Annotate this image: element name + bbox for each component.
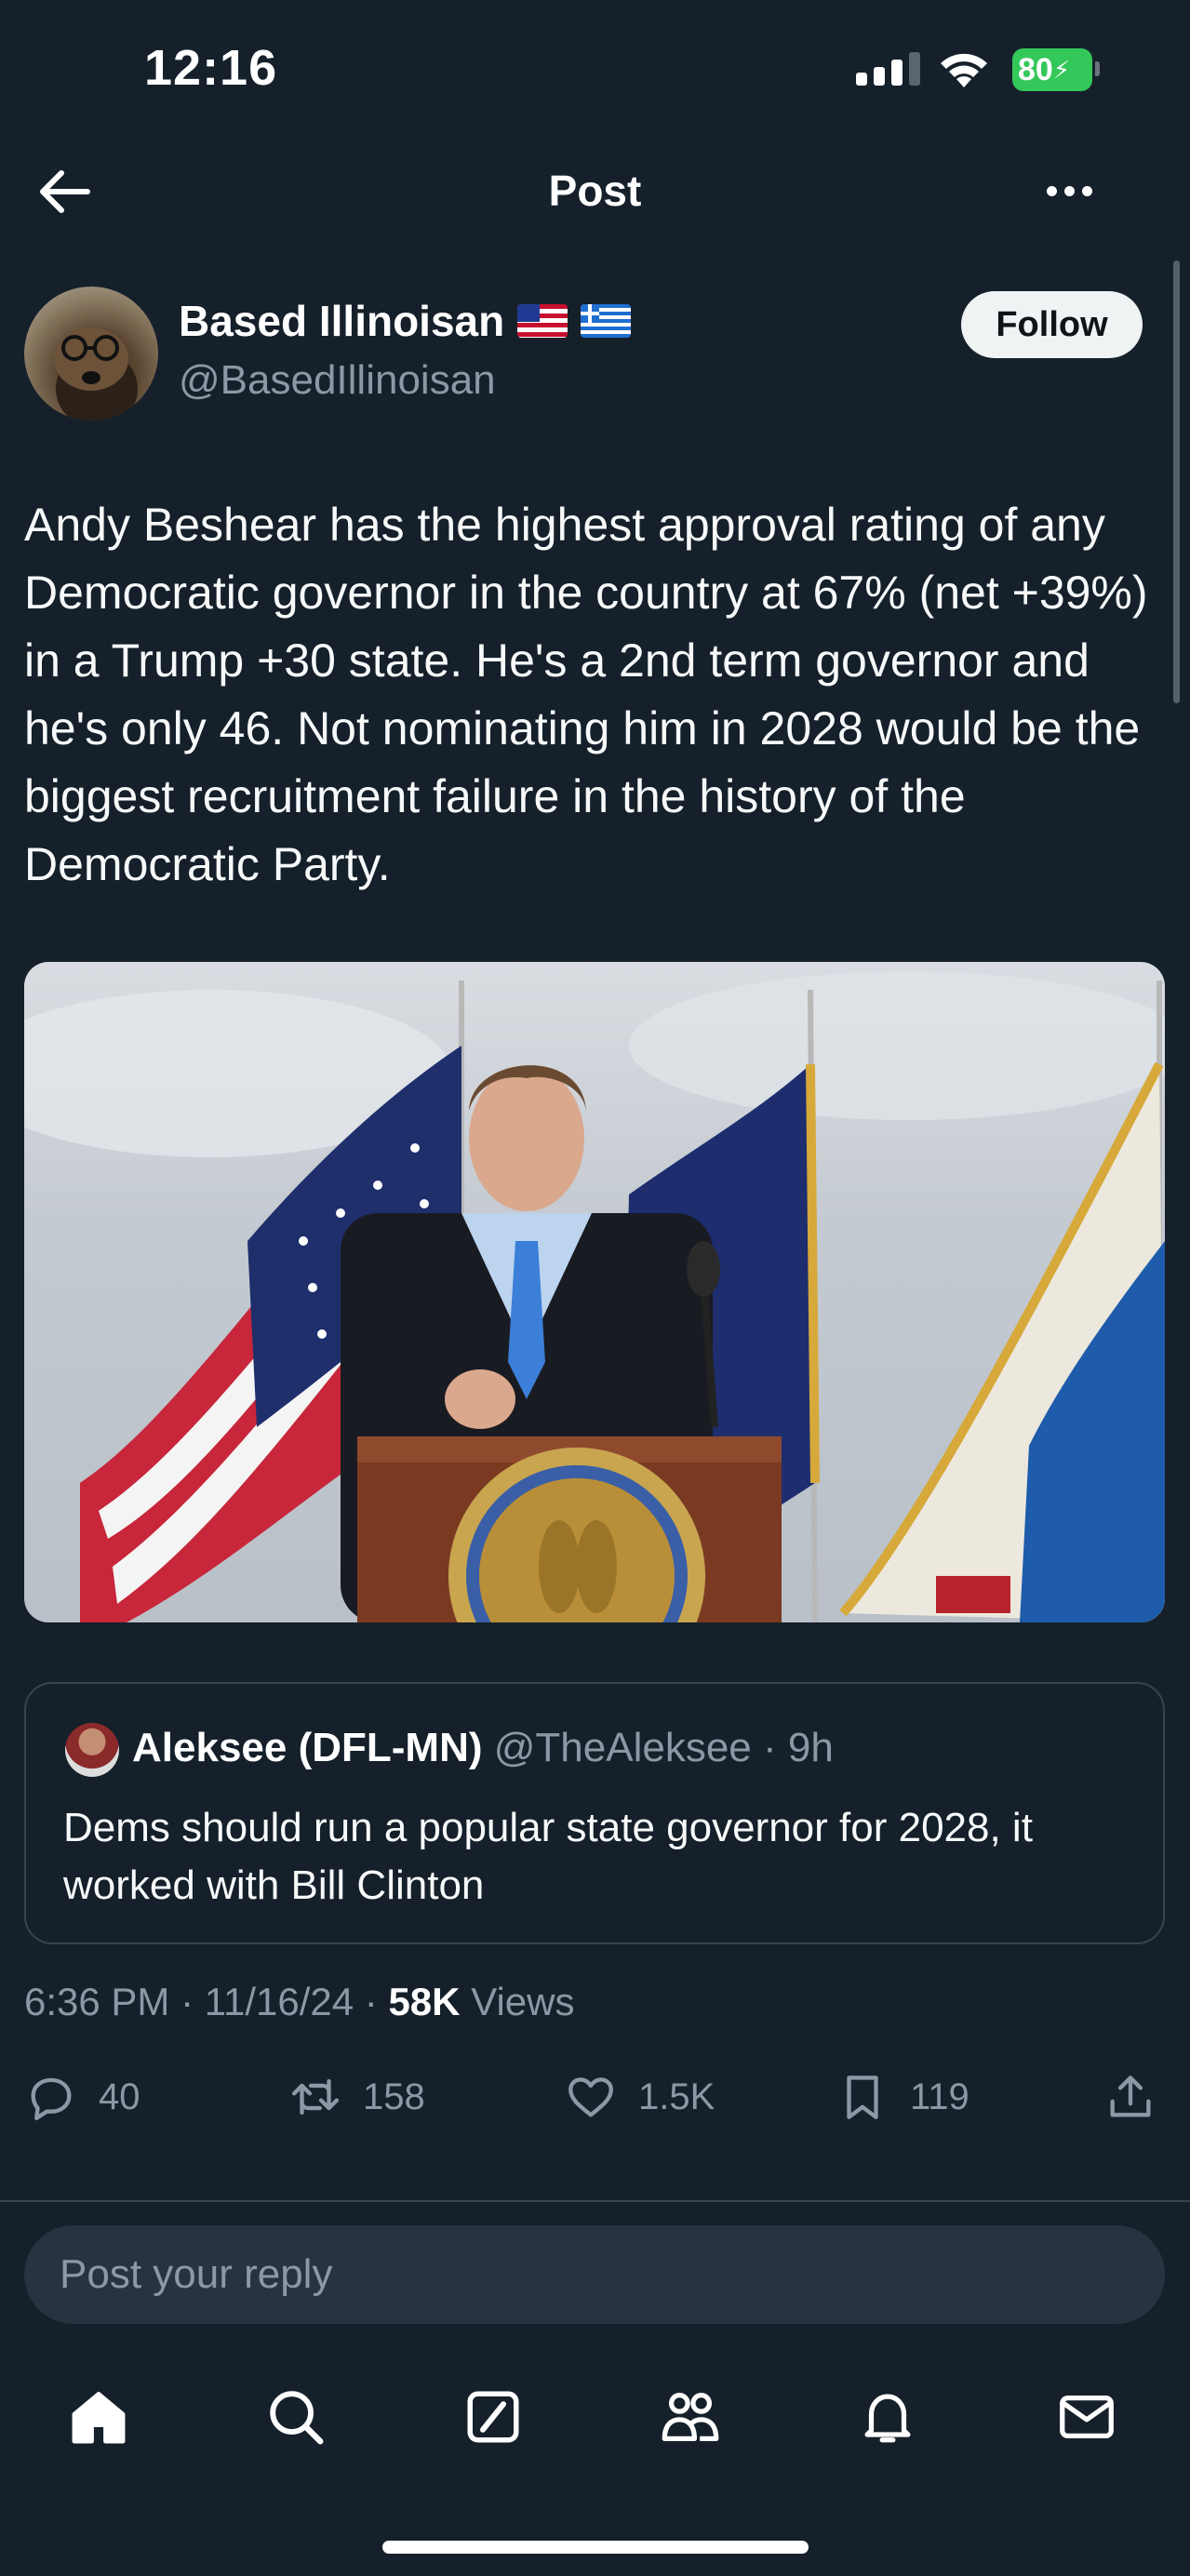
post-meta: 6:36 PM · 11/16/24 · 58K Views [24,1980,574,2024]
views-label[interactable]: Views [471,1980,574,2023]
greece-flag-icon [581,304,632,338]
search-icon[interactable] [259,2380,333,2454]
communities-icon[interactable] [653,2380,728,2454]
reply-button[interactable]: 40 [24,2070,140,2124]
share-icon [1110,2075,1151,2117]
compose-icon[interactable] [456,2380,530,2454]
repost-icon [291,2078,340,2116]
heart-icon [568,2077,613,2117]
author-display-name[interactable]: Based Illinoisan [179,296,504,346]
post-date: 11/16/24 [204,1980,354,2023]
separator-dot: · [751,1725,788,1770]
separator-dot: · [169,1980,205,2023]
quoted-avatar[interactable] [65,1723,119,1777]
follow-button[interactable]: Follow [961,291,1143,358]
ellipsis-icon[interactable] [1047,186,1092,196]
quoted-tweet[interactable]: Aleksee (DFL-MN) @TheAleksee · 9h Dems s… [24,1682,1165,1944]
messages-icon[interactable] [1050,2380,1124,2454]
scrollbar[interactable] [1173,260,1180,703]
views-count[interactable]: 58K [388,1980,460,2023]
status-time: 12:16 [144,40,278,96]
battery-cap [1095,61,1100,76]
notifications-icon[interactable] [850,2380,925,2454]
divider [0,2200,1190,2202]
author-handle[interactable]: @BasedIllinoisan [179,357,496,404]
wifi-icon [936,47,992,94]
repost-count: 158 [363,2075,425,2117]
like-button[interactable]: 1.5K [564,2070,715,2124]
quoted-header: Aleksee (DFL-MN) @TheAleksee · 9h [132,1725,834,1771]
reply-icon [31,2077,72,2121]
charging-bolt-icon: ⚡ [1052,55,1071,84]
home-indicator[interactable] [382,2541,809,2554]
arrow-left-icon[interactable] [37,166,93,218]
quoted-author-name[interactable]: Aleksee (DFL-MN) [132,1725,483,1770]
reply-count: 40 [99,2075,140,2117]
quoted-text: Dems should run a popular state governor… [63,1805,1033,1908]
avatar[interactable] [24,287,158,420]
bookmark-icon [847,2075,878,2119]
tweet-text: Andy Beshear has the highest approval ra… [24,499,1148,890]
page-title: Post [548,167,642,215]
battery-level: 80 [1018,51,1053,87]
cellular-signal-icon [856,52,920,86]
quoted-author-handle[interactable]: @TheAleksee [494,1725,752,1770]
us-flag-icon [517,304,568,338]
share-button[interactable] [1103,2070,1157,2124]
like-count: 1.5K [638,2075,715,2117]
author-name-row[interactable]: Based Illinoisan [179,296,632,346]
battery-indicator: 80 ⚡ [1012,48,1092,91]
bookmark-count: 119 [910,2075,969,2117]
post-time: 6:36 PM [24,1980,170,2023]
home-icon[interactable] [61,2380,136,2454]
tweet-image[interactable] [24,962,1165,1622]
bookmark-button[interactable]: 119 [836,2070,969,2124]
reply-input[interactable]: Post your reply [24,2225,1165,2324]
repost-button[interactable]: 158 [288,2070,425,2124]
separator-dot: · [354,1980,389,2023]
quoted-time: 9h [787,1725,834,1770]
action-bar: 40 158 1.5K 119 [24,2070,1165,2135]
